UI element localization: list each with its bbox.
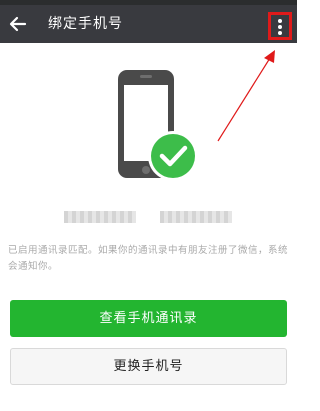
change-phone-button[interactable]: 更换手机号: [10, 348, 287, 385]
more-vertical-icon: [278, 19, 282, 23]
back-arrow-icon[interactable]: [8, 14, 28, 34]
app-bar: 绑定手机号: [0, 5, 297, 43]
masked-contact-name: [64, 211, 136, 223]
match-description: 已启用通讯录匹配。如果你的通讯录中有朋友注册了微信，系统会通知你。: [8, 245, 289, 272]
masked-phone-number: [160, 211, 232, 223]
page-title: 绑定手机号: [48, 16, 123, 32]
more-menu-button[interactable]: [268, 12, 292, 40]
view-contacts-button[interactable]: 查看手机通讯录: [10, 300, 287, 337]
phone-check-icon: [110, 70, 205, 185]
